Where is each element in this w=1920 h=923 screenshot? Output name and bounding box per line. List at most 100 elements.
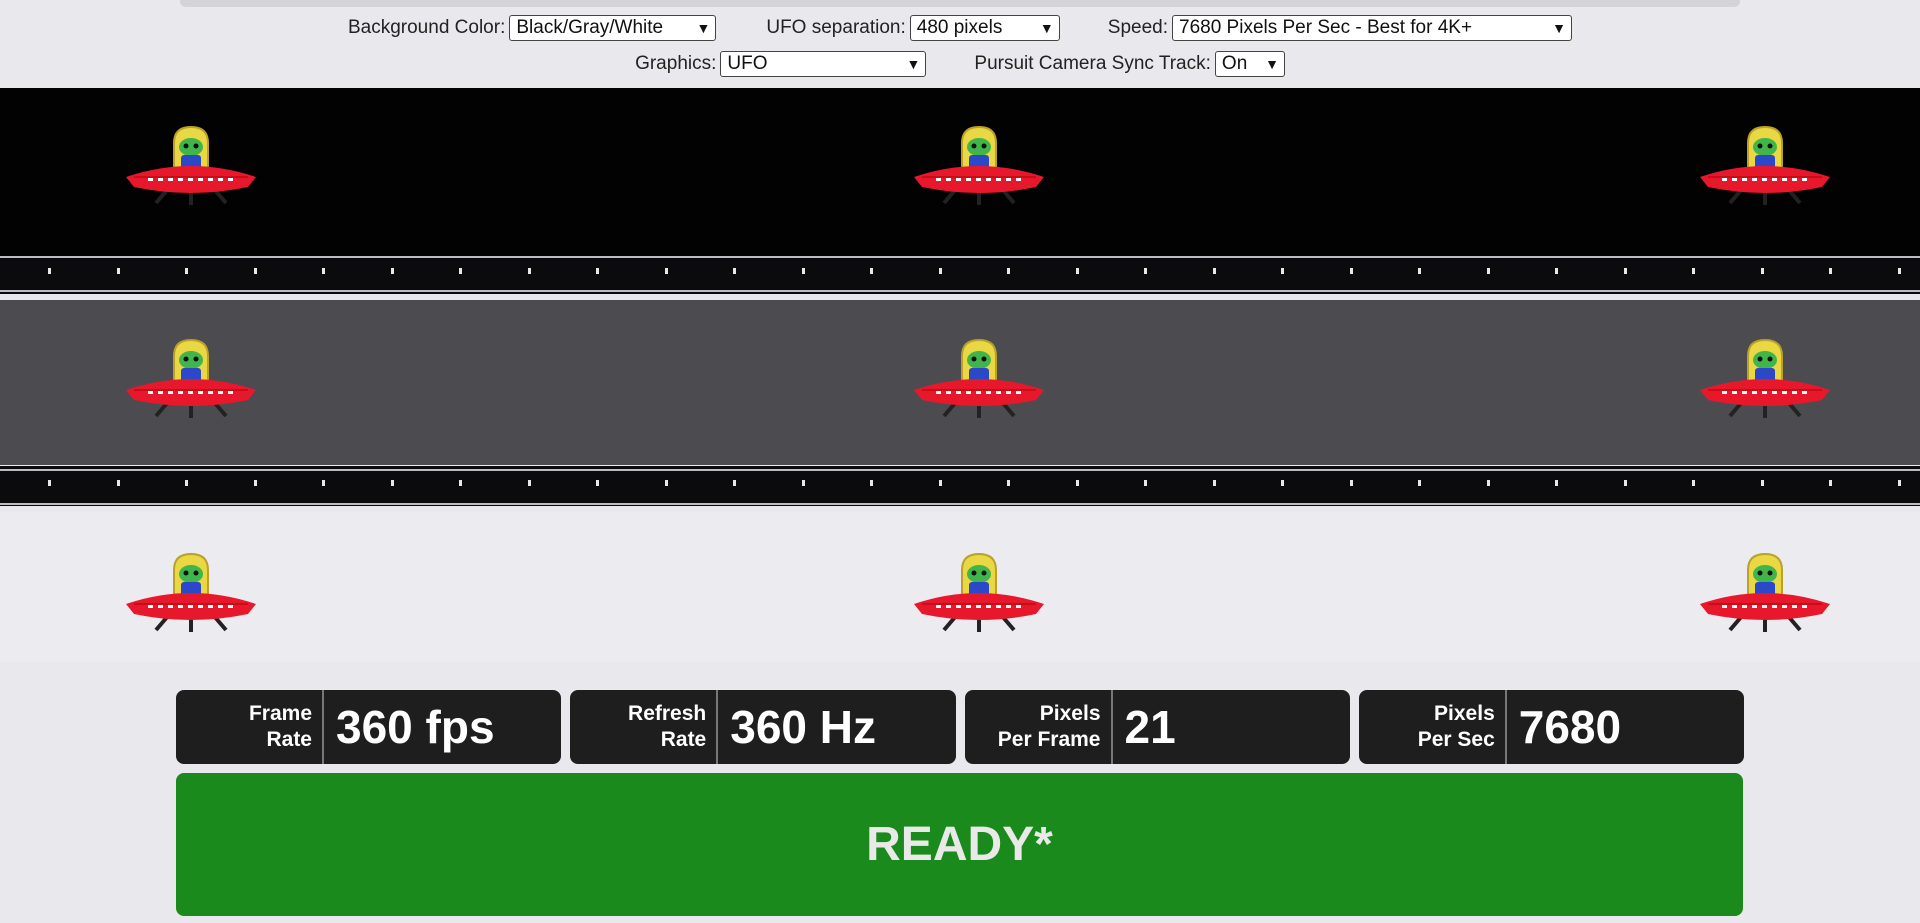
sync-tick — [1692, 268, 1695, 274]
sync-tick — [733, 268, 736, 274]
sync-tick — [870, 268, 873, 274]
pursuit-camera-control: Pursuit Camera Sync Track: On ▼ — [974, 51, 1285, 77]
ufo-separation-label: UFO separation: — [766, 17, 906, 38]
sync-tick — [322, 268, 325, 274]
sync-tick — [733, 480, 736, 486]
sync-tick — [802, 480, 805, 486]
controls-row-2: Graphics: UFO ▼ Pursuit Camera Sync Trac… — [0, 49, 1920, 79]
ufo-separation-value: 480 pixels — [916, 17, 1003, 38]
sync-tick — [665, 480, 668, 486]
sync-tick — [939, 480, 942, 486]
top-strip — [180, 0, 1740, 7]
pursuit-camera-sync-track — [0, 466, 1920, 506]
frame-rate-stat: Frame Rate 360 fps — [176, 690, 562, 764]
sync-tick — [1692, 480, 1695, 486]
sync-tick — [1144, 268, 1147, 274]
background-color-label: Background Color: — [347, 17, 506, 38]
sync-tick — [870, 480, 873, 486]
pixels-per-frame-stat: Pixels Per Frame 21 — [964, 690, 1350, 764]
pixels-per-sec-label: Pixels Per Sec — [1359, 690, 1507, 764]
background-color-control: Background Color: Black/Gray/White ▼ — [347, 15, 717, 41]
chevron-down-icon: ▼ — [1265, 56, 1279, 72]
frame-rate-value: 360 fps — [336, 701, 495, 753]
chevron-down-icon: ▼ — [696, 20, 711, 36]
stat-label-line: Per Frame — [997, 728, 1101, 751]
pixels-per-frame-label: Pixels Per Frame — [965, 690, 1113, 764]
stat-label-line: Rate — [266, 728, 312, 751]
stat-label-line: Pixels — [1039, 702, 1101, 725]
speed-control: Speed: 7680 Pixels Per Sec - Best for 4K… — [1108, 15, 1572, 41]
ready-status-banner: READY* — [176, 773, 1743, 916]
chevron-down-icon: ▼ — [1039, 20, 1054, 36]
speed-select[interactable]: 7680 Pixels Per Sec - Best for 4K+ ▼ — [1172, 15, 1572, 41]
ufo-alien-icon — [1690, 548, 1840, 638]
sync-tick — [1555, 268, 1558, 274]
sync-track-rail — [0, 503, 1920, 505]
sync-tick — [459, 480, 462, 486]
sync-tick — [1829, 480, 1832, 486]
sync-tick — [1487, 268, 1490, 274]
sync-tick — [391, 268, 394, 274]
sync-tick — [1213, 480, 1216, 486]
speed-value: 7680 Pixels Per Sec - Best for 4K+ — [1179, 17, 1473, 38]
background-color-value: Black/Gray/White — [516, 17, 664, 38]
ufo-separation-select[interactable]: 480 pixels ▼ — [909, 15, 1060, 41]
sync-tick — [117, 268, 120, 274]
chevron-down-icon: ▼ — [906, 56, 921, 72]
sync-tick — [254, 480, 257, 486]
sync-tick — [1144, 480, 1147, 486]
sync-tick — [185, 268, 188, 274]
ufo-alien-icon — [904, 548, 1054, 638]
sync-tick — [48, 268, 51, 274]
sync-tick — [185, 480, 188, 486]
sync-tick — [1829, 268, 1832, 274]
sync-tick — [1076, 480, 1079, 486]
sync-tick — [665, 268, 668, 274]
sync-tick — [1007, 480, 1010, 486]
pursuit-camera-sync-track — [0, 256, 1920, 294]
graphics-select[interactable]: UFO ▼ — [720, 51, 927, 77]
sync-tick — [1418, 268, 1421, 274]
background-color-select[interactable]: Black/Gray/White ▼ — [509, 15, 717, 41]
sync-tick — [322, 480, 325, 486]
graphics-value: UFO — [727, 53, 768, 74]
sync-track-rail — [0, 290, 1920, 292]
sync-tick — [459, 268, 462, 274]
sync-tick — [802, 268, 805, 274]
sync-tick — [1898, 480, 1901, 486]
frame-rate-label: Frame Rate — [176, 690, 324, 764]
sync-tick — [1350, 268, 1353, 274]
white-background-band — [0, 512, 1920, 662]
sync-track-rail — [0, 469, 1920, 471]
sync-tick — [1898, 268, 1901, 274]
refresh-rate-label: Refresh Rate — [570, 690, 719, 764]
gray-background-band — [0, 300, 1920, 465]
stat-label-line: Refresh — [628, 702, 707, 725]
sync-tick — [528, 268, 531, 274]
stat-label-line: Rate — [660, 728, 707, 751]
stat-label-line: Pixels — [1434, 702, 1495, 725]
sync-tick — [48, 480, 51, 486]
refresh-rate-value: 360 Hz — [730, 701, 876, 753]
ufo-alien-icon — [904, 121, 1054, 211]
ufo-separation-control: UFO separation: 480 pixels ▼ — [766, 15, 1060, 41]
sync-tick — [1213, 268, 1216, 274]
controls-row-1: Background Color: Black/Gray/White ▼ UFO… — [0, 13, 1920, 43]
pursuit-camera-select[interactable]: On ▼ — [1214, 51, 1285, 77]
graphics-control: Graphics: UFO ▼ — [635, 51, 927, 77]
sync-tick — [1007, 268, 1010, 274]
pixels-per-sec-value: 7680 — [1518, 701, 1622, 753]
sync-tick — [528, 480, 531, 486]
sync-tick — [596, 268, 599, 274]
pursuit-camera-value: On — [1221, 53, 1248, 74]
sync-tick — [1281, 268, 1284, 274]
sync-tick — [254, 268, 257, 274]
sync-tick — [1624, 480, 1627, 486]
sync-tick — [1418, 480, 1421, 486]
pixels-per-frame-value: 21 — [1124, 701, 1176, 753]
stat-label-line: Frame — [248, 702, 312, 725]
sync-tick — [1487, 480, 1490, 486]
sync-track-rail — [0, 256, 1920, 258]
ufo-alien-icon — [116, 548, 266, 638]
ufo-alien-icon — [116, 121, 266, 211]
